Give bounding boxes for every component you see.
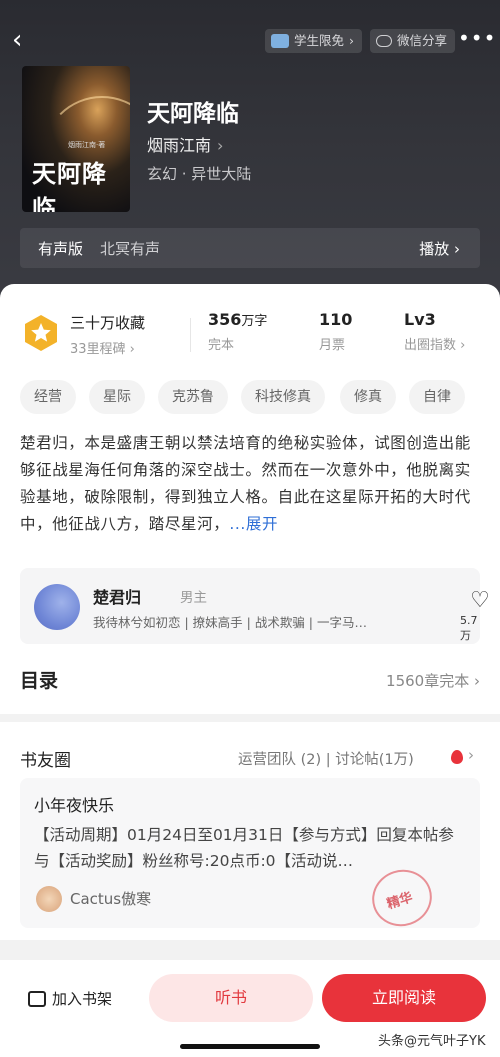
- tag-chip[interactable]: 经营: [20, 380, 76, 414]
- bookshelf-plus-icon: [28, 990, 46, 1007]
- monthly-tickets-stat[interactable]: 110 月票: [319, 310, 352, 353]
- top-bar: ‹ 学生限免 › 微信分享 •••: [0, 20, 500, 60]
- listen-button[interactable]: 听书: [149, 974, 313, 1022]
- word-count-unit: 万字: [241, 314, 268, 329]
- synopsis: 楚君归，本是盛唐王朝以禁法培育的绝秘实验体，试图创造出能够征战星海任何角落的深空…: [20, 430, 480, 538]
- author-name: 烟雨江南: [147, 136, 212, 155]
- favorites-stat[interactable]: 三十万收藏 33里程碑 ›: [70, 312, 145, 357]
- popularity-level: Lv3: [404, 310, 436, 329]
- tag-chip[interactable]: 科技修真: [241, 380, 325, 414]
- tag-chip[interactable]: 修真: [340, 380, 396, 414]
- graduation-cap-icon: [271, 34, 289, 48]
- student-free-button[interactable]: 学生限免 ›: [265, 29, 363, 53]
- star-badge-icon: [25, 315, 57, 351]
- heart-icon[interactable]: ♡: [468, 590, 492, 612]
- character-likes: 5.7万: [460, 614, 478, 642]
- section-title: 书友圈: [20, 751, 71, 771]
- popularity-stat[interactable]: Lv3 出圈指数 ›: [404, 310, 465, 353]
- post-card[interactable]: 小年夜快乐 【活动周期】01月24日至01月31日【参与方式】回复本帖参与【活动…: [20, 778, 480, 934]
- play-button[interactable]: 播放 ›: [419, 238, 460, 259]
- character-tags: 我待林兮如初恋 | 撩妹高手 | 战术欺骗 | 一字马…: [93, 615, 367, 630]
- divider: [190, 318, 191, 352]
- wechat-share-button[interactable]: 微信分享: [370, 29, 456, 53]
- post-author: Cactus傲寒: [70, 890, 152, 908]
- toc-status: 1560章完本 ›: [386, 672, 480, 690]
- book-cover[interactable]: 烟雨江南·著 天阿降临: [22, 66, 130, 212]
- read-now-button[interactable]: 立即阅读: [322, 974, 486, 1022]
- post-title: 小年夜快乐: [34, 796, 115, 815]
- cover-author: 烟雨江南·著: [68, 141, 106, 149]
- popularity-label: 出圈指数 ›: [404, 338, 466, 353]
- home-indicator: [180, 1044, 320, 1049]
- add-to-shelf-label: 加入书架: [52, 990, 113, 1008]
- more-icon[interactable]: •••: [458, 28, 495, 52]
- popularity-label-text: 出圈指数: [404, 338, 457, 353]
- circle-links[interactable]: 运营团队 (2) | 讨论帖(1万): [238, 748, 414, 769]
- post-body: 【活动周期】01月24日至01月31日【参与方式】回复本帖参与【活动奖励】粉丝称…: [34, 826, 454, 870]
- add-to-shelf-button[interactable]: 加入书架: [28, 988, 112, 1009]
- character-card[interactable]: 楚君归 男主 我待林兮如初恋 | 撩妹高手 | 战术欺骗 | 一字马… ♡ 5.…: [20, 568, 490, 644]
- audio-narrator: 北冥有声: [100, 240, 161, 258]
- toc-status-text: 1560章完本: [386, 672, 470, 690]
- tag-chip[interactable]: 星际: [89, 380, 145, 414]
- user-avatar: [36, 886, 62, 912]
- cover-title: 天阿降临: [32, 159, 107, 212]
- play-label: 播放: [419, 240, 450, 258]
- expand-link[interactable]: ...展开: [229, 515, 278, 533]
- tag-list: 经营 星际 克苏鲁 科技修真 修真 自律: [20, 380, 480, 414]
- back-icon[interactable]: ‹: [12, 26, 34, 54]
- audio-label: 有声版: [38, 240, 84, 258]
- watermark: 头条@元气叶子YK: [378, 1034, 486, 1049]
- character-avatar: [34, 584, 80, 630]
- book-header: ‹ 学生限免 › 微信分享 ••• 烟雨江南·著 天阿降临 天阿降临 烟雨江南 ›…: [0, 0, 500, 300]
- chevron-right-icon[interactable]: ›: [468, 746, 474, 764]
- book-title: 天阿降临: [147, 101, 239, 127]
- student-free-label: 学生限免: [294, 33, 345, 48]
- tag-chip[interactable]: 自律: [409, 380, 465, 414]
- character-name: 楚君归: [93, 588, 142, 607]
- milestone-label: 33里程碑: [70, 342, 126, 357]
- word-count-number: 356: [208, 310, 242, 329]
- word-count-status: 完本: [208, 338, 235, 353]
- wechat-share-label: 微信分享: [397, 33, 448, 48]
- audio-version-bar[interactable]: 有声版 北冥有声 播放 ›: [20, 228, 480, 268]
- fire-icon: [451, 750, 463, 764]
- tag-chip[interactable]: 克苏鲁: [158, 380, 228, 414]
- milestone-link[interactable]: 33里程碑 ›: [70, 338, 145, 357]
- author-link[interactable]: 烟雨江南 ›: [147, 132, 223, 156]
- favorites-count: 三十万收藏: [70, 314, 146, 332]
- stamp-text: 精华: [385, 890, 415, 913]
- chevron-right-icon: ›: [349, 33, 355, 48]
- chevron-right-icon: ›: [217, 136, 224, 155]
- monthly-tickets-count: 110: [319, 310, 353, 329]
- word-count: 356万字: [208, 310, 267, 329]
- book-friends-section: 书友圈 运营团队 (2) | 讨论帖(1万) › 小年夜快乐 【活动周期】01月…: [0, 722, 500, 940]
- toc-title: 目录: [20, 670, 59, 692]
- character-role: 男主: [180, 590, 207, 606]
- monthly-tickets-label: 月票: [319, 338, 346, 353]
- table-of-contents-row[interactable]: 目录 1560章完本 ›: [20, 664, 480, 694]
- word-count-stat: 356万字 完本: [208, 310, 267, 353]
- wechat-icon: [376, 35, 392, 47]
- book-genre: 玄幻 · 异世大陆: [147, 165, 252, 183]
